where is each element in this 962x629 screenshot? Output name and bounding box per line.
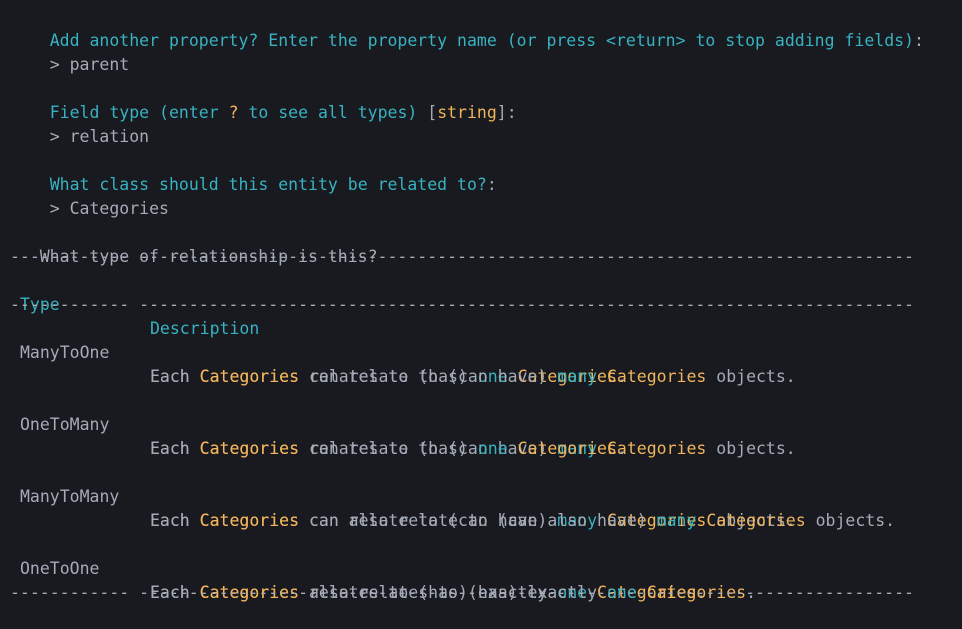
table-row-continued: Each Categories can also relate to (can … [0, 485, 962, 530]
table-row-continued: Each Categories can relate to (can have)… [0, 341, 962, 386]
table-row: ManyToMany Each Categories can relate to… [0, 461, 962, 530]
table-divider-top: ------------ ---------------------------… [10, 247, 914, 266]
relation-description: Each Categories can relate to (can have)… [150, 367, 796, 386]
table-divider-bottom: ------------ ---------------------------… [10, 583, 914, 602]
table-row-continued: Each Categories also relates to (has) ex… [0, 557, 962, 602]
relationship-question: What type of relationship is this? [39, 247, 378, 266]
prompt-add-property: Add another property? Enter the property… [49, 31, 924, 50]
input-property-name[interactable]: > parent [10, 29, 129, 74]
prompt-related-class: What class should this entity be related… [49, 175, 497, 194]
table-row: OneToMany Each Categories can relate to … [0, 389, 962, 458]
table-divider-header: ------------ ---------------------------… [10, 295, 914, 314]
table-row-continued: Each Categories relates to (has) one Cat… [0, 413, 962, 458]
relation-description: Each Categories relates to (has) one Cat… [150, 439, 627, 458]
terminal-window: Add another property? Enter the property… [0, 0, 962, 606]
table-row: OneToOne Each Categories relates to (has… [0, 533, 962, 602]
input-field-type[interactable]: > relation [10, 101, 149, 146]
table-header: Type Description [0, 269, 962, 338]
input-related-class[interactable]: > Categories [10, 173, 169, 218]
prompt-field-type: Field type (enter ? to see all types) [s… [49, 103, 517, 122]
table-row: ManyToOne Each Categories relates to (ha… [0, 317, 962, 386]
relation-description: Each Categories can also relate to (can … [150, 511, 896, 530]
